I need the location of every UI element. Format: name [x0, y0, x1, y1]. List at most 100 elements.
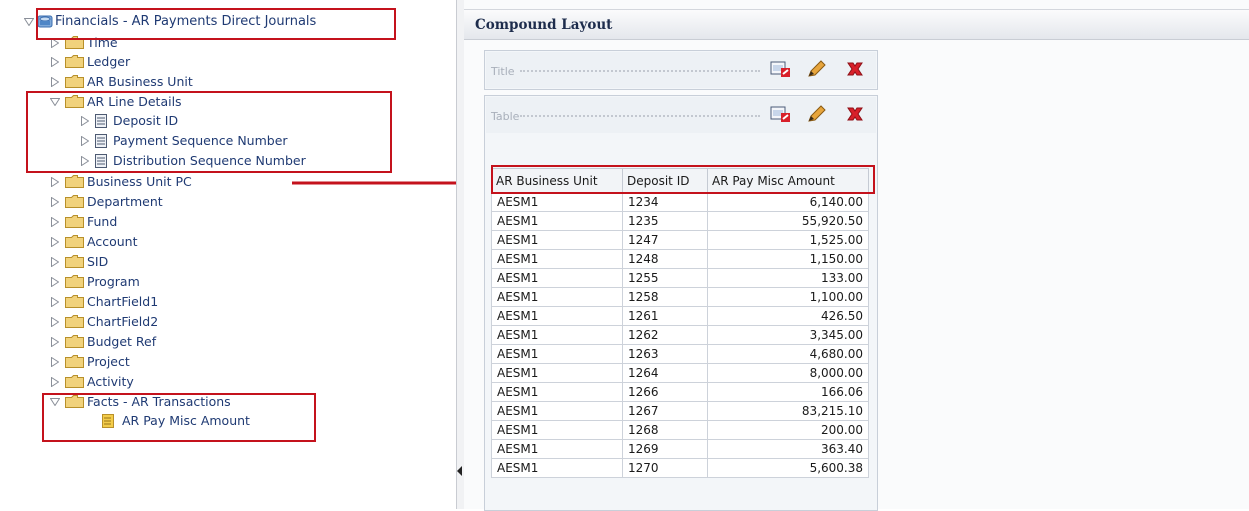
- tree-folder-project[interactable]: Project: [48, 352, 130, 371]
- tree-folder-label: SID: [87, 254, 109, 269]
- tree-folder-ar-line-details[interactable]: AR Line Details: [48, 92, 182, 111]
- folder-icon: [65, 75, 84, 88]
- cell-ar-pay-misc-amount: 55,920.50: [707, 211, 869, 231]
- collapse-arrow-icon[interactable]: [457, 466, 462, 476]
- folder-icon: [65, 215, 84, 228]
- folder-icon: [65, 275, 84, 288]
- collapsed-triangle-icon[interactable]: [48, 372, 61, 391]
- table-view-label: Table: [491, 110, 520, 123]
- table-header-row: AR Business Unit Deposit ID AR Pay Misc …: [491, 168, 869, 193]
- table-row: AESM1 1262 3,345.00: [491, 325, 869, 345]
- cell-deposit-id: 1234: [622, 192, 708, 212]
- cell-deposit-id: 1269: [622, 439, 708, 459]
- folder-icon: [65, 355, 84, 368]
- cell-ar-pay-misc-amount: 426.50: [707, 306, 869, 326]
- collapsed-triangle-icon[interactable]: [48, 272, 61, 291]
- remove-view-icon[interactable]: [844, 103, 866, 125]
- subject-area-icon: [37, 14, 53, 29]
- cell-deposit-id: 1266: [622, 382, 708, 402]
- collapsed-triangle-icon[interactable]: [48, 252, 61, 271]
- view-drag-area[interactable]: [520, 115, 760, 117]
- cell-ar-pay-misc-amount: 200.00: [707, 420, 869, 440]
- collapsed-triangle-icon[interactable]: [48, 172, 61, 191]
- table-row: AESM1 1264 8,000.00: [491, 363, 869, 383]
- expanded-triangle-icon[interactable]: [48, 392, 61, 411]
- folder-icon: [65, 36, 84, 49]
- tree-folder-ar-business-unit[interactable]: AR Business Unit: [48, 72, 193, 91]
- collapsed-triangle-icon[interactable]: [78, 131, 91, 150]
- collapsed-triangle-icon[interactable]: [48, 312, 61, 331]
- edit-pencil-icon[interactable]: [806, 103, 828, 125]
- tree-measure-ar-pay-misc-amount[interactable]: AR Pay Misc Amount: [102, 411, 250, 430]
- collapsed-triangle-icon[interactable]: [48, 292, 61, 311]
- tree-folder-program[interactable]: Program: [48, 272, 140, 291]
- compound-layout-title: Compound Layout: [475, 17, 613, 33]
- remove-view-icon[interactable]: [844, 58, 866, 80]
- edit-pencil-icon[interactable]: [806, 58, 828, 80]
- collapsed-triangle-icon[interactable]: [48, 212, 61, 231]
- tree-folder-label: Time: [87, 35, 118, 50]
- folder-icon: [65, 175, 84, 188]
- collapsed-triangle-icon[interactable]: [48, 52, 61, 71]
- collapsed-triangle-icon[interactable]: [48, 33, 61, 52]
- title-view-label: Title: [491, 65, 515, 78]
- table-row: AESM1 1269 363.40: [491, 439, 869, 459]
- tree-root[interactable]: Financials - AR Payments Direct Journals: [22, 12, 316, 31]
- tree-folder-business-unit-pc[interactable]: Business Unit PC: [48, 172, 192, 191]
- table-row: AESM1 1267 83,215.10: [491, 401, 869, 421]
- table-row: AESM1 1266 166.06: [491, 382, 869, 402]
- tree-folder-sid[interactable]: SID: [48, 252, 108, 271]
- tree-folder-activity[interactable]: Activity: [48, 372, 134, 391]
- tree-folder-ledger[interactable]: Ledger: [48, 52, 130, 71]
- tree-folder-label: ChartField1: [87, 294, 159, 309]
- tree-column-distribution-sequence-number[interactable]: Distribution Sequence Number: [78, 151, 306, 170]
- tree-folder-label: Activity: [87, 374, 134, 389]
- tree-folder-label: Department: [87, 194, 163, 209]
- tree-folder-chartfield1[interactable]: ChartField1: [48, 292, 158, 311]
- cell-ar-business-unit: AESM1: [491, 382, 623, 402]
- tree-folder-label: Budget Ref: [87, 334, 157, 349]
- tree-folder-label: Project: [87, 354, 130, 369]
- collapsed-triangle-icon[interactable]: [48, 352, 61, 371]
- cell-ar-business-unit: AESM1: [491, 325, 623, 345]
- cell-ar-pay-misc-amount: 363.40: [707, 439, 869, 459]
- collapsed-triangle-icon[interactable]: [48, 332, 61, 351]
- cell-ar-pay-misc-amount: 1,150.00: [707, 249, 869, 269]
- compound-layout-panel: Compound Layout Title Table AR Business …: [464, 0, 1249, 511]
- format-container-icon[interactable]: [770, 58, 792, 80]
- column-header-ar-business-unit[interactable]: AR Business Unit: [491, 168, 623, 193]
- tree-folder-label: Business Unit PC: [87, 174, 192, 189]
- column-header-ar-pay-misc-amount[interactable]: AR Pay Misc Amount: [707, 168, 869, 193]
- view-drag-area[interactable]: [520, 70, 760, 72]
- collapsed-triangle-icon[interactable]: [48, 232, 61, 251]
- tree-column-deposit-id[interactable]: Deposit ID: [78, 111, 178, 130]
- collapsed-triangle-icon[interactable]: [78, 111, 91, 130]
- expanded-triangle-icon[interactable]: [22, 12, 35, 31]
- table-row: AESM1 1235 55,920.50: [491, 211, 869, 231]
- table-row: AESM1 1248 1,150.00: [491, 249, 869, 269]
- column-header-deposit-id[interactable]: Deposit ID: [622, 168, 708, 193]
- tree-folder-budget-ref[interactable]: Budget Ref: [48, 332, 156, 351]
- compound-layout-header: Compound Layout: [464, 9, 1249, 40]
- format-container-icon[interactable]: [770, 103, 792, 125]
- tree-folder-department[interactable]: Department: [48, 192, 163, 211]
- collapsed-triangle-icon[interactable]: [78, 151, 91, 170]
- cell-ar-business-unit: AESM1: [491, 287, 623, 307]
- title-view[interactable]: Title: [484, 50, 878, 90]
- expanded-triangle-icon[interactable]: [48, 92, 61, 111]
- tree-folder-chartfield2[interactable]: ChartField2: [48, 312, 158, 331]
- table-body: AESM1 1234 6,140.00 AESM1 1235 55,920.50 AESM1…: [491, 192, 869, 478]
- tree-folder-time[interactable]: Time: [48, 33, 118, 52]
- tree-folder-facts[interactable]: Facts - AR Transactions: [48, 392, 231, 411]
- measure-icon: [102, 413, 116, 428]
- collapsed-triangle-icon[interactable]: [48, 192, 61, 211]
- tree-folder-fund[interactable]: Fund: [48, 212, 117, 231]
- folder-icon: [65, 55, 84, 68]
- collapsed-triangle-icon[interactable]: [48, 72, 61, 91]
- table-row: AESM1 1261 426.50: [491, 306, 869, 326]
- tree-folder-account[interactable]: Account: [48, 232, 137, 251]
- tree-column-payment-sequence-number[interactable]: Payment Sequence Number: [78, 131, 288, 150]
- cell-ar-pay-misc-amount: 6,140.00: [707, 192, 869, 212]
- folder-icon: [65, 295, 84, 308]
- cell-deposit-id: 1270: [622, 458, 708, 478]
